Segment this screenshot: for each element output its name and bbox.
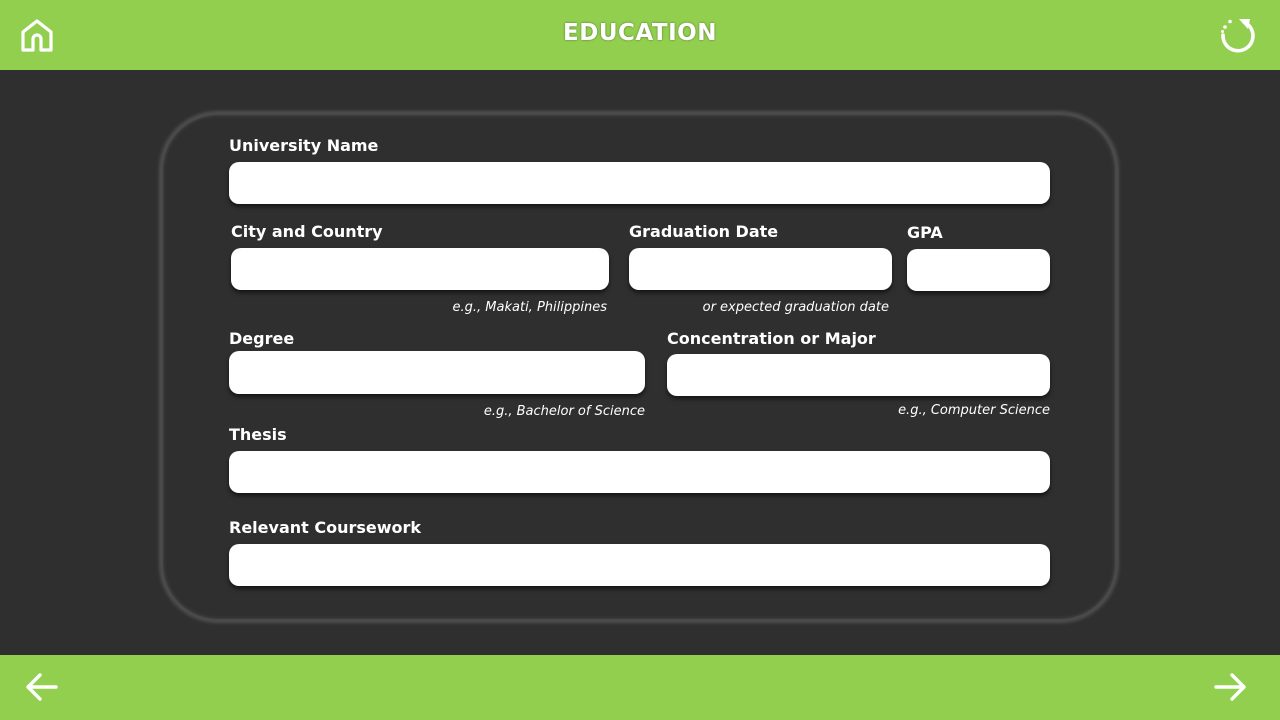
university-name-input[interactable]: [229, 162, 1050, 204]
back-button[interactable]: [22, 669, 60, 705]
city-country-hint: e.g., Makati, Philippines: [452, 300, 607, 315]
major-input[interactable]: [667, 354, 1050, 396]
major-label: Concentration or Major: [667, 329, 876, 348]
degree-label: Degree: [229, 329, 295, 348]
next-button[interactable]: [1212, 669, 1250, 705]
gpa-input[interactable]: [907, 249, 1050, 291]
major-hint: e.g., Computer Science: [898, 403, 1050, 418]
graduation-date-label: Graduation Date: [629, 222, 779, 241]
city-country-input[interactable]: [231, 248, 609, 290]
thesis-label: Thesis: [229, 425, 287, 444]
thesis-input[interactable]: [229, 451, 1050, 493]
arrow-right-icon: [1214, 673, 1246, 701]
footer-bar: [0, 655, 1280, 720]
university-name-label: University Name: [229, 136, 379, 155]
city-country-label: City and Country: [231, 222, 383, 241]
reset-icon: [1221, 19, 1255, 53]
coursework-label: Relevant Coursework: [229, 518, 422, 537]
graduation-date-hint: or expected graduation date: [702, 300, 889, 315]
arrow-left-icon: [26, 673, 58, 701]
degree-input[interactable]: [229, 351, 645, 394]
home-button[interactable]: [19, 17, 55, 53]
home-icon: [21, 19, 53, 52]
degree-hint: e.g., Bachelor of Science: [483, 404, 645, 419]
reset-button[interactable]: [1217, 15, 1257, 55]
page-title: EDUCATION: [563, 20, 717, 46]
coursework-input[interactable]: [229, 544, 1050, 586]
graduation-date-input[interactable]: [629, 248, 892, 290]
gpa-label: GPA: [907, 223, 943, 242]
